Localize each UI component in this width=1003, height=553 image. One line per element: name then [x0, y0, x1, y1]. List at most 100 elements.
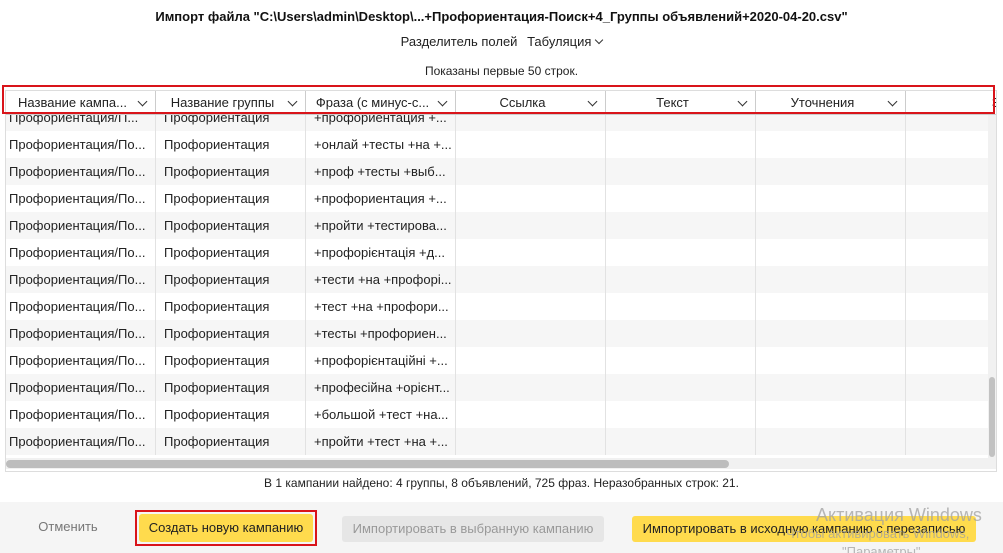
dialog-title: Импорт файла "C:\Users\admin\Desktop\...…	[155, 9, 848, 24]
separator-dropdown[interactable]: Табуляция	[527, 34, 604, 49]
column-header[interactable]: Ссылка	[456, 91, 606, 115]
cancel-button[interactable]: Отменить	[24, 513, 112, 541]
table-cell	[906, 212, 996, 239]
table-row: Профориентация/По... Профориентация +онлай…	[6, 131, 996, 158]
table-cell: Профориентация/По...	[6, 131, 156, 158]
chevron-down-icon	[287, 96, 298, 107]
table-cell	[906, 401, 996, 428]
table-cell	[906, 293, 996, 320]
table-cell: Профориентация/По...	[6, 266, 156, 293]
column-header-label: Уточнения	[790, 95, 855, 110]
table-cell	[456, 347, 606, 374]
table-cell	[606, 239, 756, 266]
table-cell	[756, 347, 906, 374]
table-cell: Профориентация/По...	[6, 185, 156, 212]
import-selected-button[interactable]: Импортировать в выбранную кампанию	[342, 516, 604, 542]
table-cell	[606, 158, 756, 185]
chevron-down-icon	[137, 96, 148, 107]
table-cell: +большой +тест +на...	[306, 401, 456, 428]
table-row: Профориентация/По... Профориентация +больш…	[6, 401, 996, 428]
chevron-down-icon	[437, 96, 448, 107]
table-cell	[456, 131, 606, 158]
table-cell	[756, 131, 906, 158]
table-cell	[756, 401, 906, 428]
table-cell: +тести +на +профорі...	[306, 266, 456, 293]
table-cell: Профориентация	[156, 266, 306, 293]
table-cell	[456, 401, 606, 428]
column-header[interactable]: Уточнения	[756, 91, 906, 115]
vertical-scrollbar[interactable]	[988, 115, 996, 458]
table-cell	[606, 374, 756, 401]
preview-table: Профориентация/П... Профориентация +профор…	[5, 90, 997, 472]
import-original-button[interactable]: Импортировать в исходную кампанию с пере…	[632, 516, 976, 542]
table-cell: Профориентация/По...	[6, 239, 156, 266]
column-header-label: Фраза (с минус-с...	[315, 95, 430, 110]
column-header-label: Текст	[656, 95, 689, 110]
table-cell: Профориентация/По...	[6, 212, 156, 239]
table-row: Профориентация/По... Профориентация +профе…	[6, 374, 996, 401]
table-row: Профориентация/По... Профориентация +тести…	[6, 266, 996, 293]
table-cell	[606, 401, 756, 428]
table-cell	[906, 347, 996, 374]
table-cell: +пройти +тест +на +...	[306, 428, 456, 455]
table-cell: Профориентация	[156, 401, 306, 428]
table-cell	[756, 293, 906, 320]
table-cell	[756, 185, 906, 212]
table-cell: Профориентация	[156, 320, 306, 347]
table-cell	[756, 266, 906, 293]
create-campaign-button[interactable]: Создать новую кампанию	[139, 514, 313, 542]
horizontal-scroll-thumb[interactable]	[6, 460, 729, 468]
table-cell	[906, 320, 996, 347]
table-cell	[906, 131, 996, 158]
column-header-label: Заголовок	[992, 95, 996, 110]
table-cell: +тест +на +профори...	[306, 293, 456, 320]
table-header: Название кампа... Название группы Фраза (с…	[6, 91, 996, 115]
column-header-label: Ссылка	[499, 95, 546, 110]
column-header[interactable]: Название кампа...	[6, 91, 156, 115]
table-cell: Профориентация/По...	[6, 401, 156, 428]
table-cell	[456, 320, 606, 347]
table-cell	[456, 158, 606, 185]
table-cell	[606, 428, 756, 455]
column-header-label: Название кампа...	[18, 95, 127, 110]
table-row: Профориентация/По... Профориентация +пройт…	[6, 212, 996, 239]
table-cell: Профориентация	[156, 212, 306, 239]
chevron-down-icon	[737, 96, 748, 107]
table-cell	[456, 212, 606, 239]
table-cell	[606, 185, 756, 212]
column-header-label: Название группы	[170, 95, 275, 110]
table-cell: +профориентация +...	[306, 185, 456, 212]
table-cell	[756, 320, 906, 347]
table-cell: Профориентация	[156, 158, 306, 185]
table-row: Профориентация/По... Профориентация +тест …	[6, 293, 996, 320]
separator-value: Табуляция	[527, 34, 592, 49]
table-cell	[456, 239, 606, 266]
table-cell	[756, 158, 906, 185]
table-cell	[606, 131, 756, 158]
table-cell: Профориентация/По...	[6, 347, 156, 374]
table-cell	[906, 374, 996, 401]
table-cell: +проф +тесты +выб...	[306, 158, 456, 185]
table-cell	[456, 374, 606, 401]
table-cell	[606, 347, 756, 374]
table-cell	[456, 266, 606, 293]
table-row: Профориентация/По... Профориентация +проф …	[6, 158, 996, 185]
column-header[interactable]: Фраза (с минус-с...	[306, 91, 456, 115]
table-cell	[756, 212, 906, 239]
table-cell: +тесты +профориен...	[306, 320, 456, 347]
table-cell	[756, 374, 906, 401]
separator-row: Разделитель полей Табуляция	[0, 34, 1003, 49]
column-header[interactable]: Название группы	[156, 91, 306, 115]
table-cell	[906, 158, 996, 185]
table-cell	[756, 239, 906, 266]
table-row: Профориентация/По... Профориентация +профо…	[6, 239, 996, 266]
table-cell: Профориентация	[156, 374, 306, 401]
column-header[interactable]: Текст	[606, 91, 756, 115]
table-cell: +профорієнтаційні +...	[306, 347, 456, 374]
column-header[interactable]: Заголовок	[906, 91, 996, 115]
table-cell	[606, 293, 756, 320]
vertical-scroll-thumb[interactable]	[989, 377, 995, 457]
table-cell	[906, 266, 996, 293]
horizontal-scrollbar[interactable]	[6, 458, 996, 469]
table-cell: Профориентация/По...	[6, 293, 156, 320]
